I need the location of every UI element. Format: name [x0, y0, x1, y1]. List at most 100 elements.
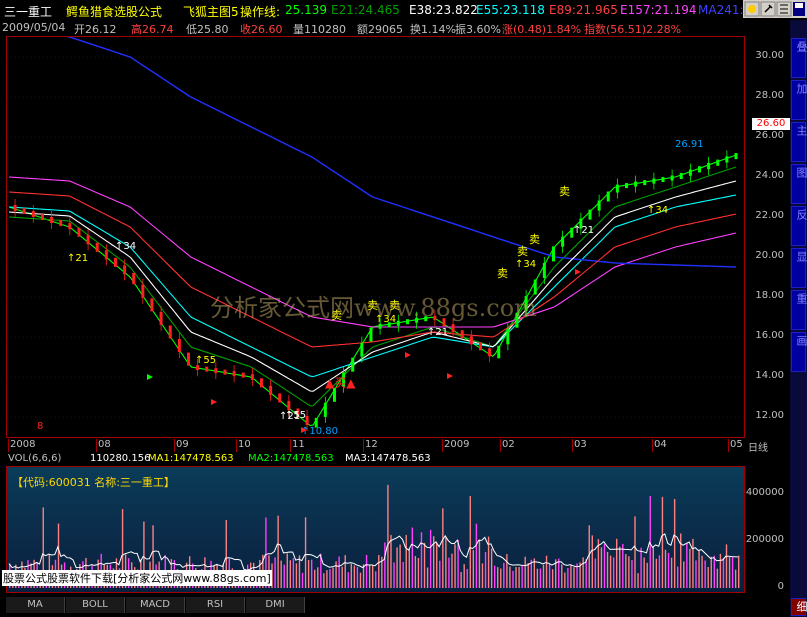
volume-bar	[655, 558, 658, 588]
volume-bar	[652, 546, 654, 588]
volume-bar	[643, 557, 645, 588]
volume-bar	[646, 562, 648, 588]
indicator-tabs: MA BOLL MACD RSI DMI	[0, 597, 790, 614]
volume-bar	[445, 536, 447, 588]
volume-bar	[420, 532, 423, 588]
save-icon[interactable]	[793, 2, 805, 16]
volume-bar	[408, 548, 410, 588]
side-button-label: 画	[795, 335, 807, 346]
series-line-MA241	[65, 37, 737, 268]
volume-bar	[542, 564, 545, 588]
date-label: 03	[574, 439, 587, 450]
volume-bar	[658, 555, 661, 588]
volume-bar	[274, 557, 276, 588]
volume-ma3: MA3:147478.563	[345, 453, 431, 464]
side-button[interactable]: 图	[791, 164, 807, 204]
volume-bar	[625, 554, 627, 588]
side-button-label: 叠	[795, 41, 807, 52]
side-button[interactable]: 加	[791, 80, 807, 120]
volume-bar	[606, 551, 609, 588]
ma-cross-label: ↑21	[67, 253, 88, 264]
price-candle	[241, 372, 245, 378]
ma-cross-label: ↑34	[647, 205, 668, 216]
e38-value: E38:23.822	[409, 3, 478, 17]
series-line-E55	[8, 194, 737, 378]
volume-bar	[350, 563, 353, 588]
volume-bar	[628, 556, 630, 588]
side-detail-button[interactable]: 细	[791, 598, 807, 616]
price-candle	[40, 214, 44, 221]
volume-bar	[725, 544, 728, 588]
volume-bar	[619, 546, 621, 588]
formula-name: 鳄鱼猎食选股公式	[66, 5, 163, 19]
pin-icon[interactable]	[760, 1, 776, 17]
volume-bar	[530, 559, 532, 588]
date-label: 12	[365, 439, 378, 450]
side-button[interactable]: 画	[791, 332, 807, 372]
volume-bar	[393, 562, 395, 588]
quote-low: 低25.80	[186, 23, 229, 35]
price-candle	[551, 246, 555, 262]
high-price-label: 26.91	[675, 139, 704, 150]
date-tick	[8, 439, 9, 452]
price-candle	[478, 342, 482, 351]
side-button-label: 加	[795, 83, 807, 94]
volume-header: VOL(6,6,6) 110280.156 MA1:147478.563 MA2…	[6, 453, 745, 466]
volume-bar	[634, 516, 636, 588]
volume-bar	[548, 563, 551, 588]
volume-bar	[329, 569, 331, 588]
price-candle	[223, 369, 227, 375]
side-button[interactable]: 反	[791, 206, 807, 246]
stock-name[interactable]: 三一重工	[4, 3, 52, 20]
tab-macd[interactable]: MACD	[126, 597, 185, 613]
volume-bar	[536, 568, 539, 588]
volume-bar	[683, 561, 685, 588]
date-label: 11	[292, 439, 305, 450]
volume-tick-label: 0	[777, 581, 784, 592]
price-candle	[186, 352, 190, 366]
quote-turnover: 换1.14%	[410, 23, 456, 35]
volume-bar	[731, 556, 734, 588]
volume-bar	[417, 557, 420, 588]
date-label: 02	[502, 439, 515, 450]
menu-icon[interactable]	[744, 1, 760, 17]
side-button-label: 反	[795, 209, 807, 220]
main-price-chart[interactable]: ↑21 ↑34 ↑55 ↑21 ↑34 ↑21 ↑34 ↑21 ↑34 ↑55 26.91 ↑10.8…	[6, 36, 745, 438]
volume-bar	[573, 567, 575, 588]
price-candle	[59, 220, 63, 227]
volume-bar	[314, 569, 316, 588]
volume-bar	[667, 552, 670, 588]
grid-icon[interactable]	[776, 1, 792, 17]
tab-boll[interactable]: BOLL	[66, 597, 125, 613]
volume-bar	[475, 523, 478, 588]
signal-flag	[405, 352, 411, 358]
side-button[interactable]: 主	[791, 122, 807, 162]
price-candle	[77, 227, 81, 237]
quote-open: 开26.12	[74, 23, 117, 35]
volume-bar	[591, 535, 593, 588]
volume-bar	[716, 568, 719, 588]
volume-bar	[524, 556, 526, 588]
price-candle	[734, 153, 738, 160]
price-tick-label: 18.00	[755, 290, 784, 301]
period-label[interactable]: 日线	[748, 439, 768, 454]
volume-value: 110280.156	[90, 453, 151, 464]
volume-bar	[722, 558, 725, 588]
volume-bar	[399, 544, 401, 588]
side-button[interactable]: 叠	[791, 38, 807, 78]
side-button[interactable]: 重	[791, 290, 807, 330]
tab-ma[interactable]: MA	[6, 597, 65, 613]
volume-bar	[429, 529, 432, 588]
price-candle	[22, 208, 26, 215]
price-tick-label: 12.00	[755, 410, 784, 421]
volume-bar	[680, 533, 682, 588]
quote-date: 2009/05/04	[2, 21, 66, 34]
volume-bar	[734, 569, 737, 588]
volume-bar	[728, 557, 731, 588]
price-tick-label: 14.00	[755, 370, 784, 381]
tab-rsi[interactable]: RSI	[186, 597, 245, 613]
tab-dmi[interactable]: DMI	[246, 597, 305, 613]
side-button[interactable]: 显	[791, 248, 807, 288]
volume-bar	[332, 567, 334, 588]
volume-bar	[426, 567, 429, 588]
